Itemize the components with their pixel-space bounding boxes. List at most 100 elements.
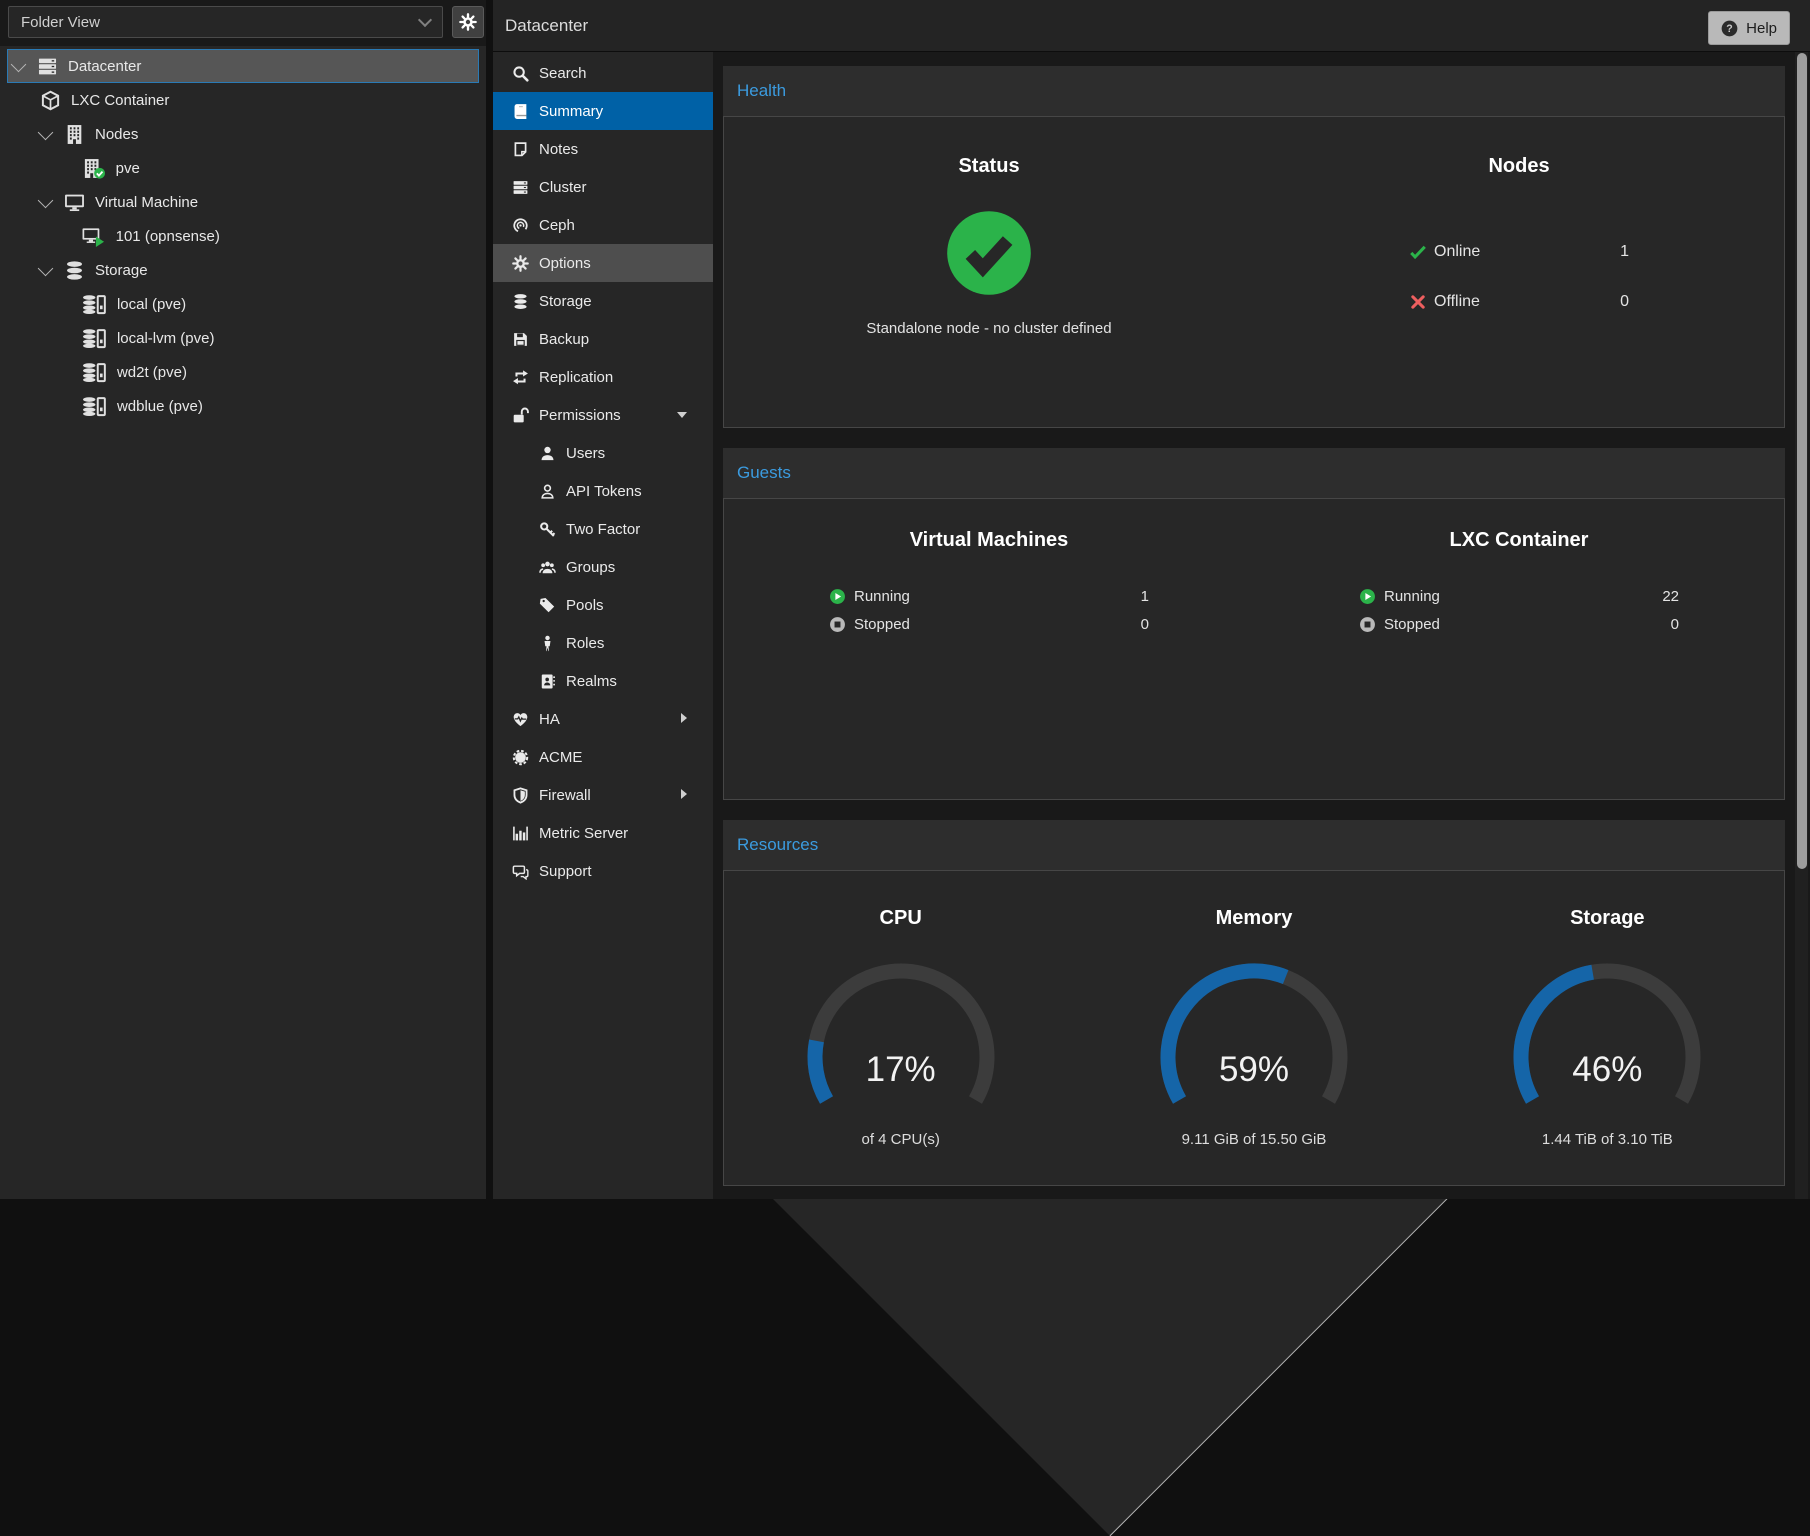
page-title: Datacenter bbox=[505, 16, 588, 36]
tree-item-lxc-container[interactable]: LXC Container bbox=[7, 83, 479, 117]
expand-right-icon bbox=[681, 789, 687, 799]
nav-item-roles[interactable]: Roles bbox=[493, 624, 713, 662]
resources-panel-header: Resources bbox=[723, 820, 1785, 870]
content-area: Health Status Standalone node - no clust… bbox=[713, 52, 1810, 1199]
users-icon bbox=[537, 559, 557, 576]
scrollbar-thumb[interactable] bbox=[1797, 53, 1807, 869]
guest-row-value: 22 bbox=[1662, 588, 1679, 605]
floppy-icon bbox=[510, 331, 530, 348]
guest-row-running[interactable]: Running1 bbox=[829, 582, 1149, 610]
help-button[interactable]: ? Help bbox=[1708, 11, 1790, 45]
nodes-heading: Nodes bbox=[1488, 155, 1549, 178]
person-icon bbox=[537, 635, 557, 652]
tree-toolbar: Folder View bbox=[0, 0, 486, 46]
nav-item-users[interactable]: Users bbox=[493, 434, 713, 472]
tree-item-wdblue-pve[interactable]: wdblue (pve) bbox=[7, 389, 479, 423]
help-icon: ? bbox=[1721, 20, 1746, 37]
nav-item-api-tokens[interactable]: API Tokens bbox=[493, 472, 713, 510]
chevron-down-icon[interactable] bbox=[38, 124, 54, 140]
gauge-caption: 9.11 GiB of 15.50 GiB bbox=[1182, 1131, 1327, 1148]
tree-item-nodes[interactable]: Nodes bbox=[7, 117, 479, 151]
nav-item-options[interactable]: Options bbox=[493, 244, 713, 282]
chevron-down-icon[interactable] bbox=[38, 260, 54, 276]
vertical-scrollbar[interactable] bbox=[1795, 52, 1808, 1199]
node-online-icon bbox=[82, 157, 106, 179]
tree-item-101-opnsense[interactable]: 101 (opnsense) bbox=[7, 219, 479, 253]
chevron-down-icon[interactable] bbox=[38, 192, 54, 208]
nav-item-replication[interactable]: Replication bbox=[493, 358, 713, 396]
nav-item-acme[interactable]: ACME bbox=[493, 738, 713, 776]
health-panel-header: Health bbox=[723, 66, 1785, 116]
guest-row-value: 0 bbox=[1141, 616, 1149, 633]
guest-column-lxc-container: LXC ContainerRunning22Stopped0 bbox=[1254, 499, 1784, 799]
user-outline-icon bbox=[537, 483, 557, 500]
address-book-icon bbox=[537, 673, 557, 690]
nav-item-metric-server[interactable]: Metric Server bbox=[493, 814, 713, 852]
gauge-caption: 1.44 TiB of 3.10 TiB bbox=[1542, 1131, 1673, 1148]
chevron-down-icon[interactable] bbox=[11, 56, 27, 72]
nav-item-notes[interactable]: Notes bbox=[493, 130, 713, 168]
nav-item-summary[interactable]: Summary bbox=[493, 92, 713, 130]
expand-down-icon bbox=[677, 412, 687, 418]
tree-item-label: pve bbox=[116, 160, 140, 177]
tree-item-datacenter[interactable]: Datacenter bbox=[7, 49, 479, 83]
nav-item-cluster[interactable]: Cluster bbox=[493, 168, 713, 206]
tree-item-label: Nodes bbox=[95, 126, 138, 143]
nav-item-label: ACME bbox=[539, 749, 582, 766]
tree-item-pve[interactable]: pve bbox=[7, 151, 479, 185]
guest-row-running[interactable]: Running22 bbox=[1359, 582, 1679, 610]
guest-row-stopped[interactable]: Stopped0 bbox=[1359, 610, 1679, 638]
nav-item-ceph[interactable]: Ceph bbox=[493, 206, 713, 244]
nav-item-groups[interactable]: Groups bbox=[493, 548, 713, 586]
tree-item-local-pve[interactable]: local (pve) bbox=[7, 287, 479, 321]
right-region: Datacenter ? Help Search SummaryNotesClus… bbox=[493, 0, 1810, 1199]
storage-drive-icon bbox=[82, 361, 107, 383]
tree-item-label: wdblue (pve) bbox=[117, 398, 203, 415]
guests-panel-header: Guests bbox=[723, 448, 1785, 498]
server-icon bbox=[37, 55, 58, 77]
gauge-heading: CPU bbox=[880, 907, 922, 930]
resource-gauge-memory: Memory59%9.11 GiB of 15.50 GiB bbox=[1077, 871, 1430, 1185]
database-icon bbox=[510, 293, 530, 310]
nav-item-label: Roles bbox=[566, 635, 604, 652]
nav-item-support[interactable]: Support bbox=[493, 852, 713, 890]
stopped-icon bbox=[829, 616, 846, 633]
view-selector-label: Folder View bbox=[21, 14, 100, 31]
nav-item-ha[interactable]: HA bbox=[493, 700, 713, 738]
nav-item-firewall[interactable]: Firewall bbox=[493, 776, 713, 814]
vm-running-icon bbox=[82, 225, 106, 247]
guests-panel: Guests Virtual MachinesRunning1Stopped0L… bbox=[723, 448, 1785, 800]
tree-item-local-lvm-pve[interactable]: local-lvm (pve) bbox=[7, 321, 479, 355]
database-icon bbox=[64, 259, 85, 281]
nav-item-realms[interactable]: Realms bbox=[493, 662, 713, 700]
content-header: Datacenter ? Help bbox=[493, 0, 1810, 52]
guest-row-stopped[interactable]: Stopped0 bbox=[829, 610, 1149, 638]
tree-item-label: Virtual Machine bbox=[95, 194, 198, 211]
nav-item-permissions[interactable]: Permissions bbox=[493, 396, 713, 434]
nav-item-backup[interactable]: Backup bbox=[493, 320, 713, 358]
guest-table: Running22Stopped0 bbox=[1359, 582, 1679, 638]
status-message: Standalone node - no cluster defined bbox=[866, 320, 1111, 337]
unlock-icon bbox=[510, 407, 530, 424]
panel-splitter[interactable] bbox=[486, 0, 493, 1199]
nav-item-pools[interactable]: Pools bbox=[493, 586, 713, 624]
comments-icon bbox=[510, 863, 530, 880]
nav-item-storage[interactable]: Storage bbox=[493, 282, 713, 320]
tree-settings-button[interactable] bbox=[452, 6, 484, 38]
nav-item-label: Search bbox=[539, 65, 587, 82]
tree-item-virtual-machine[interactable]: Virtual Machine bbox=[7, 185, 479, 219]
nav-item-label: Users bbox=[566, 445, 605, 462]
nav-item-label: Groups bbox=[566, 559, 615, 576]
resource-tree: DatacenterLXC Container Nodes pve Virtual M… bbox=[0, 46, 486, 1199]
tree-item-label: Storage bbox=[95, 262, 148, 279]
nav-item-search[interactable]: Search bbox=[493, 54, 713, 92]
resource-gauge-cpu: CPU17%of 4 CPU(s) bbox=[724, 871, 1077, 1185]
tree-item-storage[interactable]: Storage bbox=[7, 253, 479, 287]
guest-row-label: Stopped bbox=[1384, 616, 1440, 633]
tree-item-wd2t-pve[interactable]: wd2t (pve) bbox=[7, 355, 479, 389]
nav-item-two-factor[interactable]: Two Factor bbox=[493, 510, 713, 548]
view-selector[interactable]: Folder View bbox=[8, 6, 443, 38]
tags-icon bbox=[537, 597, 557, 614]
stopped-icon bbox=[1359, 616, 1376, 633]
expand-right-icon bbox=[681, 713, 687, 723]
